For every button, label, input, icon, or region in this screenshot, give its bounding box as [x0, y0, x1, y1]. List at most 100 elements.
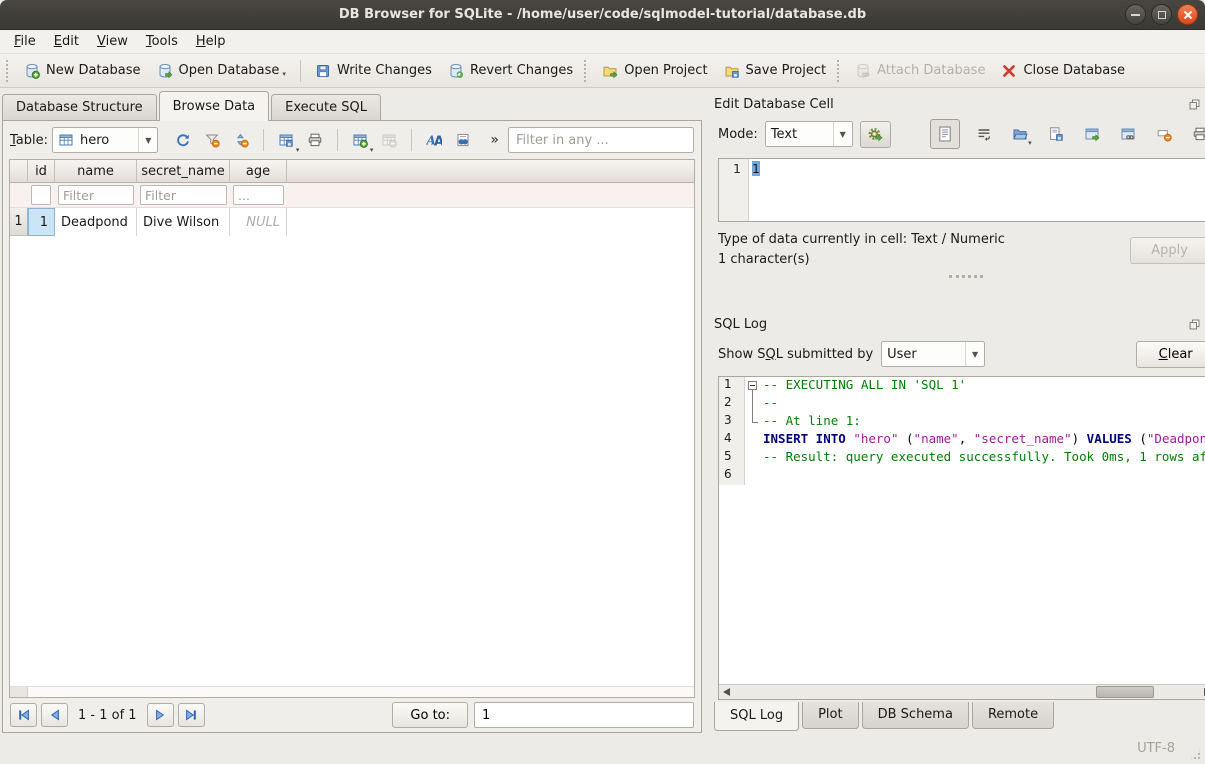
menu-view[interactable]: View [88, 32, 137, 51]
column-header-age[interactable]: age [230, 160, 287, 183]
dropdown-caret-icon[interactable]: ▾ [282, 70, 286, 78]
cell-name[interactable]: Deadpond [55, 208, 137, 236]
dropdown-caret-icon[interactable]: ▾ [370, 146, 374, 154]
filter-input-name[interactable] [58, 185, 134, 205]
cell-age[interactable]: NULL [230, 208, 287, 236]
toolbar-overflow-chevron[interactable]: » [490, 132, 499, 148]
cell-value: Dive Wilson [143, 215, 219, 230]
fold-marker [745, 413, 761, 431]
last-record-button[interactable] [178, 703, 205, 727]
sql-log-view[interactable]: 1-- EXECUTING ALL IN 'SQL 1'2--3-- At li… [718, 376, 1205, 700]
cell-id[interactable]: 1 [28, 208, 55, 236]
cell-editor[interactable]: 1 1 [718, 158, 1205, 222]
dock-splitter-handle[interactable] [714, 270, 1205, 282]
clear-sorting-button[interactable] [228, 127, 254, 153]
menu-edit[interactable]: Edit [45, 32, 88, 51]
maximize-button[interactable] [1151, 4, 1172, 25]
close-button[interactable] [1177, 4, 1198, 25]
sql-log-hscrollbar[interactable] [719, 684, 1205, 699]
print-cell-button[interactable] [1188, 122, 1205, 146]
toolbar-grip[interactable] [837, 60, 842, 82]
column-header-id[interactable]: id [28, 160, 55, 183]
open-project-button[interactable]: Open Project [594, 59, 715, 83]
print-table-button[interactable] [302, 127, 328, 153]
revert-changes-button[interactable]: Revert Changes [440, 59, 581, 83]
import-file-button[interactable]: ▾ [1008, 122, 1032, 146]
sql-source-select[interactable]: User ▼ [881, 341, 985, 367]
dock-float-icon[interactable] [1188, 318, 1201, 331]
edit-cell-title: Edit Database Cell [714, 97, 834, 112]
cell-value: 1 [40, 215, 48, 230]
export-table-button[interactable]: ▾ [273, 127, 299, 153]
scroll-left-icon[interactable] [723, 688, 730, 696]
close-database-button[interactable]: Close Database [993, 59, 1133, 83]
filter-input-age[interactable] [233, 185, 284, 205]
find-replace-button[interactable] [450, 127, 476, 153]
clear-filters-button[interactable] [199, 127, 225, 153]
dropdown-caret-icon[interactable]: ▾ [296, 146, 300, 154]
scrollbar-thumb[interactable] [1096, 686, 1154, 698]
menu-file[interactable]: File [5, 32, 45, 51]
clear-filters-icon [204, 132, 220, 148]
filter-input-id[interactable] [31, 185, 51, 205]
refresh-button[interactable] [170, 127, 196, 153]
export-file-button[interactable] [1044, 122, 1068, 146]
database-new-icon [24, 63, 40, 79]
save-project-button[interactable]: Save Project [716, 59, 835, 83]
tab-database-structure[interactable]: Database Structure [2, 94, 157, 121]
table-icon [58, 132, 74, 148]
tab-execute-sql[interactable]: Execute SQL [271, 94, 381, 121]
toolbar-grip[interactable] [6, 60, 11, 82]
menu-help[interactable]: Help [187, 32, 235, 51]
dropdown-caret-icon[interactable]: ▾ [1028, 139, 1032, 147]
mode-text-button[interactable] [930, 119, 960, 149]
row-number[interactable]: 1 [10, 208, 28, 236]
prev-record-button[interactable] [41, 703, 68, 727]
tab-browse-data[interactable]: Browse Data [159, 91, 270, 121]
first-record-button[interactable] [10, 703, 37, 727]
auto-switch-mode-button[interactable] [860, 121, 891, 148]
font-button[interactable]: AA [421, 127, 447, 153]
titlebar[interactable]: DB Browser for SQLite - /home/user/code/… [0, 0, 1205, 30]
sql-text: INSERT INTO "hero" ("name", "secret_name… [761, 431, 1205, 449]
grid-scrollbar[interactable] [10, 686, 694, 697]
clear-log-button[interactable]: Clear [1136, 341, 1205, 368]
word-wrap-button[interactable] [972, 122, 996, 146]
column-header-secret-name[interactable]: secret_name [137, 160, 230, 183]
bottom-tab-remote[interactable]: Remote [972, 702, 1054, 729]
write-changes-button[interactable]: Write Changes [307, 59, 440, 83]
menu-tools[interactable]: Tools [137, 32, 187, 51]
open-external-button[interactable] [1080, 122, 1104, 146]
new-database-button[interactable]: New Database [16, 59, 149, 83]
filter-any-column-input[interactable] [508, 127, 694, 153]
minimize-button[interactable] [1125, 4, 1146, 25]
toolbar-grip[interactable] [584, 60, 589, 82]
goto-button[interactable]: Go to: [392, 702, 468, 728]
table-select[interactable]: hero ▼ [52, 127, 158, 153]
row-filler [287, 208, 694, 236]
sql-log-dock: SQL Log Show SQL submitted by User ▼ Cle… [714, 312, 1205, 733]
toolbar-button-label: Attach Database [877, 63, 985, 78]
filter-cell-id [28, 183, 55, 207]
bottom-tab-plot[interactable]: Plot [802, 702, 859, 729]
fold-marker[interactable] [745, 377, 761, 395]
cell-secret-name[interactable]: Dive Wilson [137, 208, 230, 236]
copy-link-button[interactable] [1116, 122, 1140, 146]
bottom-tab-sql-log[interactable]: SQL Log [714, 702, 799, 731]
insert-record-button[interactable]: ▾ [347, 127, 373, 153]
main-toolbar: New DatabaseOpen Database▾ Write ChangesR… [0, 54, 1205, 88]
next-record-button[interactable] [147, 703, 174, 727]
bottom-tab-db-schema[interactable]: DB Schema [862, 702, 969, 729]
browse-toolbar: ▾ ▾ AA [170, 127, 476, 153]
open-database-button[interactable]: Open Database▾ [149, 59, 294, 83]
resize-grip[interactable] [1189, 748, 1202, 761]
fold-marker [745, 431, 761, 449]
dock-float-icon[interactable] [1188, 98, 1201, 111]
mode-select[interactable]: Text ▼ [765, 121, 853, 147]
goto-input[interactable] [474, 702, 694, 728]
line-number: 4 [719, 431, 745, 449]
set-null-button[interactable] [1152, 122, 1176, 146]
sql-log-title: SQL Log [714, 317, 767, 332]
column-header-name[interactable]: name [55, 160, 137, 183]
filter-input-secret-name[interactable] [140, 185, 227, 205]
